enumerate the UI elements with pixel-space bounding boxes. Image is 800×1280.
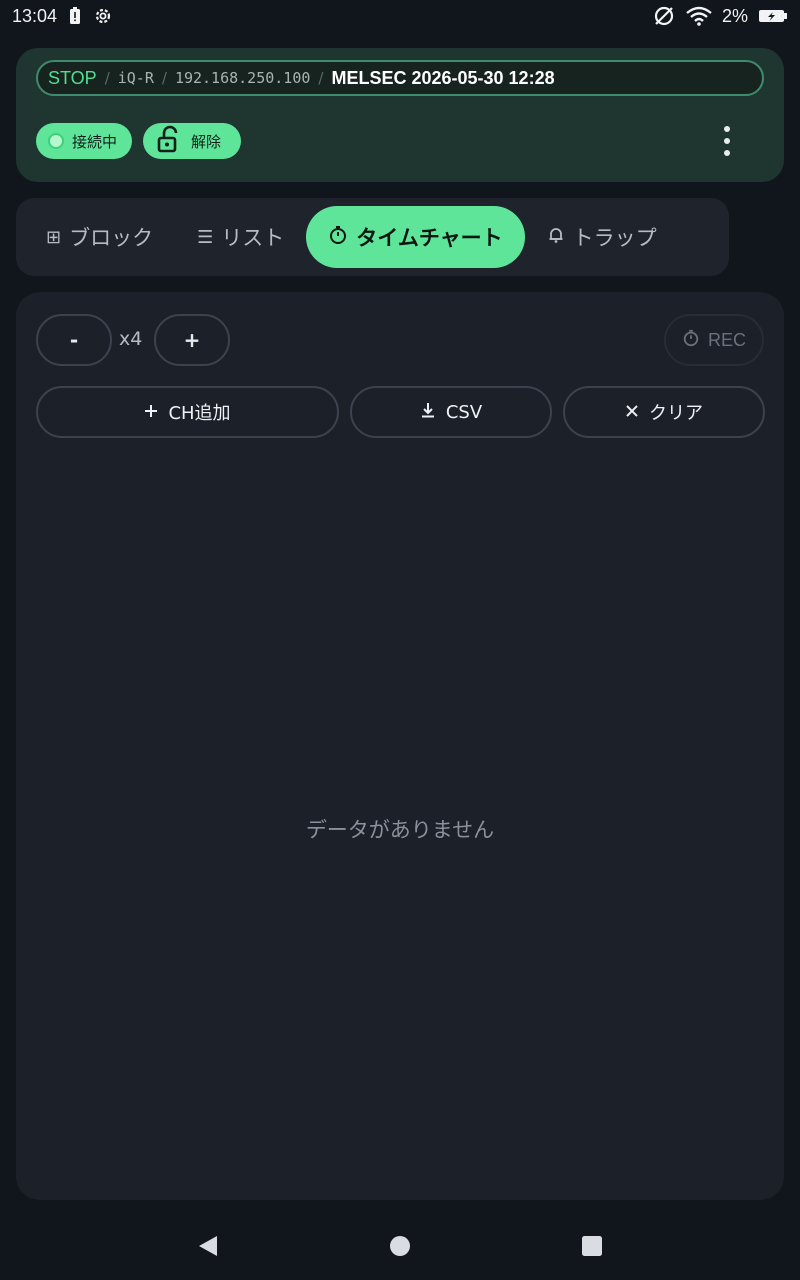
back-icon[interactable] (197, 1234, 219, 1262)
wifi-icon (686, 6, 712, 26)
plus-icon (144, 402, 158, 423)
tab-timechart[interactable]: タイムチャート (306, 206, 525, 268)
no-sim-icon (652, 4, 676, 28)
tab-label: ブロック (69, 226, 154, 250)
settings-icon (93, 6, 113, 26)
stopwatch-icon (682, 329, 700, 352)
close-icon (625, 402, 639, 423)
connection-title: MELSEC 2026-05-30 12:28 (331, 67, 555, 88)
recents-icon[interactable] (581, 1235, 603, 1261)
timechart-panel: - x4 + REC CH追加 CSV クリア データがありません (16, 292, 784, 1200)
tab-trap[interactable]: トラップ (525, 206, 679, 268)
system-nav-bar (0, 1216, 800, 1280)
bell-icon (547, 226, 565, 249)
tab-label: トラップ (572, 226, 657, 250)
clear-label: クリア (649, 403, 703, 424)
record-button[interactable]: REC (664, 314, 764, 366)
record-label: REC (707, 329, 746, 350)
battery-percent: 2% (721, 5, 748, 26)
add-channel-label: CH追加 (168, 403, 231, 424)
connection-header: STOP / iQ-R / 192.168.250.100 / MELSEC 2… (16, 48, 784, 182)
zoom-out-button[interactable]: - (36, 314, 112, 366)
clock: 13:04 (12, 5, 58, 26)
ip-address: 192.168.250.100 (174, 69, 311, 87)
breadcrumb[interactable]: STOP / iQ-R / 192.168.250.100 / MELSEC 2… (36, 60, 764, 96)
add-channel-button[interactable]: CH追加 (36, 386, 339, 438)
home-icon[interactable] (389, 1235, 411, 1261)
list-icon: ☰ (197, 226, 214, 248)
breadcrumb-separator: / (104, 69, 110, 87)
connected-chip-label: 接続中 (72, 132, 118, 151)
csv-export-button[interactable]: CSV (350, 386, 552, 438)
plc-model: iQ-R (117, 69, 154, 87)
unlock-chip[interactable]: 解除 (143, 123, 241, 159)
battery-charging-icon (758, 8, 788, 24)
status-bar: 13:04 2% (0, 0, 800, 32)
status-dot-icon (48, 133, 64, 149)
grid-icon: ⊞ (46, 226, 62, 248)
breadcrumb-separator: / (161, 69, 167, 87)
zoom-in-button[interactable]: + (154, 314, 230, 366)
empty-state-message: データがありません (305, 818, 495, 842)
tab-label: タイムチャート (356, 226, 503, 250)
connected-chip[interactable]: 接続中 (36, 123, 132, 159)
csv-label: CSV (445, 401, 483, 423)
more-options-icon[interactable] (720, 126, 734, 156)
view-tabs: ⊞ ブロック ☰ リスト タイムチャート トラップ (16, 198, 729, 276)
breadcrumb-separator: / (318, 69, 324, 87)
battery-alert-icon (69, 7, 81, 25)
tab-block[interactable]: ⊞ ブロック (24, 206, 175, 268)
zoom-level: x4 (119, 328, 143, 350)
stopwatch-icon (328, 225, 348, 250)
tab-list[interactable]: ☰ リスト (175, 206, 306, 268)
clear-button[interactable]: クリア (563, 386, 765, 438)
tab-label: リスト (221, 226, 285, 250)
unlock-icon (155, 125, 183, 157)
download-icon (420, 402, 436, 423)
plc-state: STOP (48, 67, 97, 88)
unlock-chip-label: 解除 (191, 132, 222, 151)
